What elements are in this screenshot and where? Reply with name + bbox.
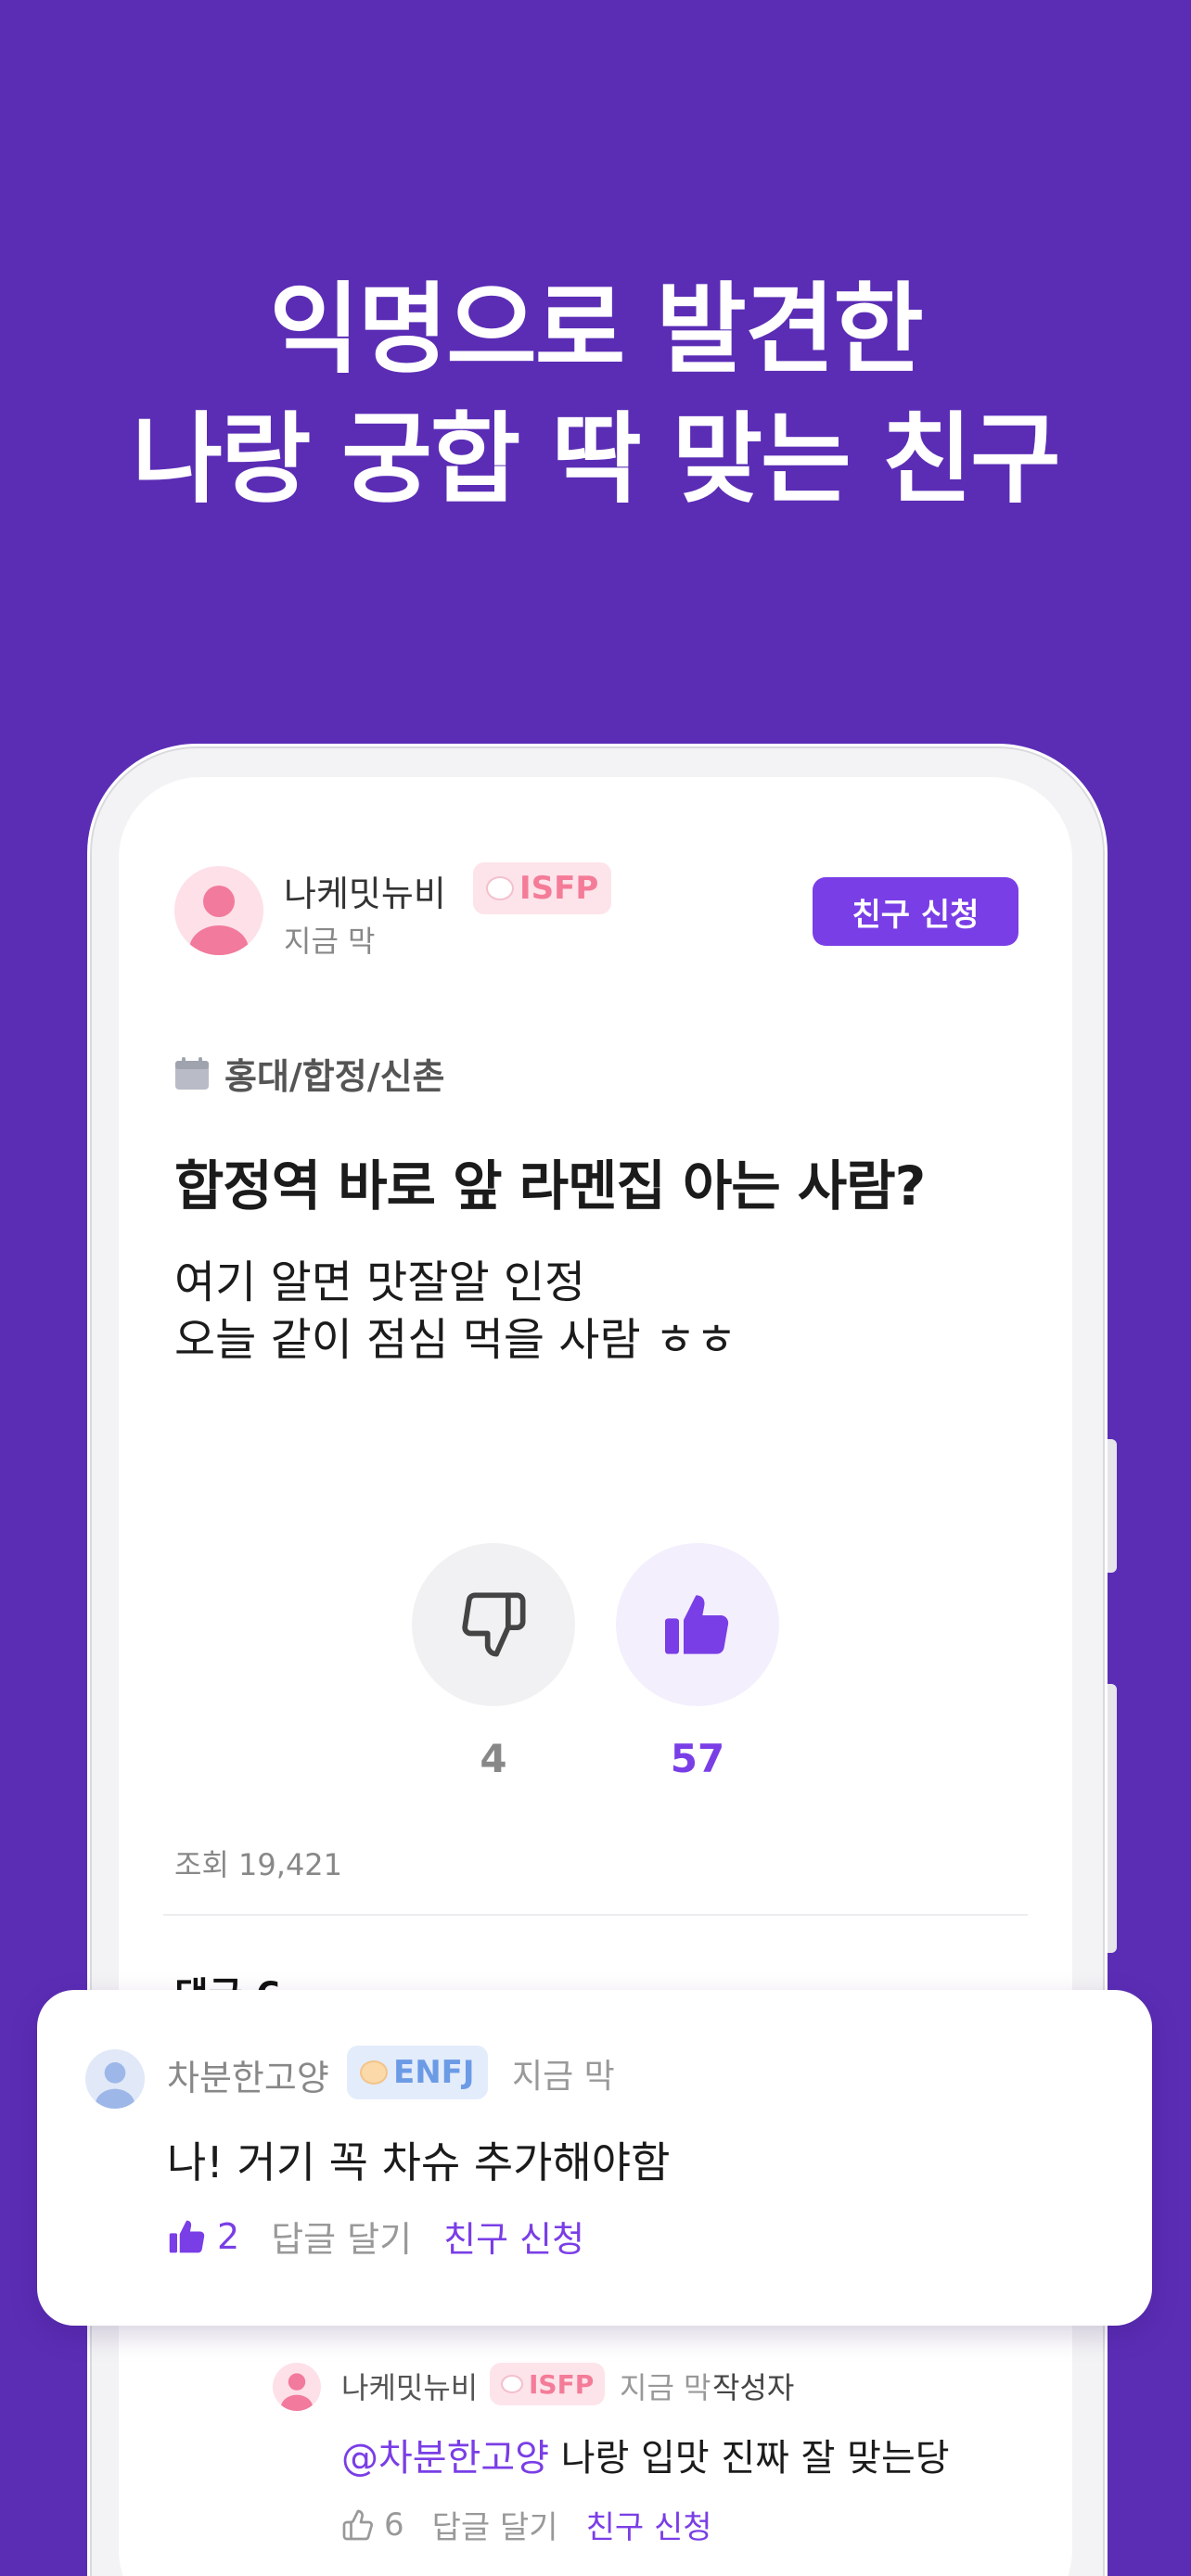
- reply-like-button[interactable]: 6: [341, 2506, 404, 2544]
- cat-face-icon: [360, 2060, 388, 2085]
- thumbs-up-icon: [169, 2220, 205, 2252]
- cat-face-icon: [501, 2375, 523, 2393]
- reply-author-name: 나케밋뉴비: [341, 2370, 479, 2405]
- comment-text: 나! 거기 꼭 차슈 추가해야함: [167, 2137, 671, 2187]
- post-location-label: 홍대/합정/신촌: [224, 1056, 445, 1097]
- calendar-icon: [174, 1056, 210, 1090]
- reply-author-tag: 작성자: [712, 2370, 795, 2405]
- phone-side-button: [1108, 1684, 1117, 1953]
- reply-like-count: 6: [384, 2506, 404, 2544]
- thumbs-down-icon: [462, 1592, 526, 1657]
- thumbs-up-icon: [665, 1595, 729, 1654]
- reply-time: 지금 막: [620, 2370, 711, 2405]
- reply-author-avatar[interactable]: [273, 2363, 321, 2411]
- post-author-mbti: ISFP: [519, 870, 599, 907]
- comment-friend-request-link[interactable]: 친구 신청: [443, 2211, 584, 2262]
- reply-reply-link[interactable]: 답글 달기: [432, 2502, 558, 2547]
- reply-mention[interactable]: @차분한고양: [341, 2437, 549, 2480]
- reply-friend-request-link[interactable]: 친구 신청: [586, 2502, 712, 2547]
- post-title: 합정역 바로 앞 라멘집 아는 사람?: [174, 1154, 926, 1218]
- comment-reply-link[interactable]: 답글 달기: [271, 2211, 412, 2262]
- comment-author-mbti: ENFJ: [393, 2054, 475, 2091]
- comment-author-name: 차분한고양: [167, 2058, 329, 2098]
- comment-like-count: 2: [217, 2215, 240, 2257]
- post-author-name: 나케밋뉴비: [284, 874, 446, 914]
- headline-line-1: 익명으로 발견한: [269, 273, 924, 387]
- post-body-line: 여기 알면 맛잘알 인정: [174, 1256, 586, 1308]
- headline: 익명으로 발견한 나랑 궁합 딱 맞는 친구: [0, 265, 1191, 525]
- headline-line-2: 나랑 궁합 딱 맞는 친구: [132, 402, 1060, 516]
- highlighted-comment-card: 차분한고양 ENFJ 지금 막 나! 거기 꼭 차슈 추가해야함 2 답글 달기…: [37, 1990, 1152, 2326]
- post-time: 지금 막: [284, 924, 376, 959]
- post-author-mbti-badge: ISFP: [473, 862, 612, 914]
- comment-time: 지금 막: [512, 2058, 615, 2096]
- cat-face-icon: [486, 876, 514, 900]
- reply-actions: 6 답글 달기 친구 신청: [341, 2502, 712, 2547]
- post-author-avatar[interactable]: [174, 866, 263, 955]
- like-count: 57: [670, 1736, 725, 1781]
- phone-side-button: [1108, 1439, 1117, 1573]
- reply-author-mbti: ISFP: [529, 2368, 595, 2400]
- dislike-button[interactable]: [412, 1543, 575, 1706]
- comment-author-avatar[interactable]: [85, 2049, 145, 2109]
- reply-text: @차분한고양 나랑 입맛 진짜 잘 맞는당: [341, 2428, 950, 2481]
- reply-author-mbti-badge: ISFP: [490, 2363, 606, 2405]
- post-body-line: 오늘 같이 점심 먹을 사람 ㅎㅎ: [174, 1314, 737, 1366]
- comment-author-mbti-badge: ENFJ: [347, 2046, 488, 2099]
- reply-text-body: 나랑 입맛 진짜 잘 맞는당: [549, 2437, 950, 2480]
- post-location: 홍대/합정/신촌: [174, 1048, 445, 1099]
- comment-like-button[interactable]: 2: [167, 2216, 239, 2257]
- dislike-count: 4: [480, 1736, 507, 1781]
- comment-actions: 2 답글 달기 친구 신청: [167, 2211, 584, 2262]
- like-button[interactable]: [616, 1543, 779, 1706]
- divider: [163, 1914, 1028, 1916]
- friend-request-button[interactable]: 친구 신청: [813, 877, 1018, 946]
- view-count: 조회 19,421: [174, 1847, 343, 1882]
- thumbs-up-outline-icon: [342, 2509, 373, 2540]
- post-body: 여기 알면 맛잘알 인정 오늘 같이 점심 먹을 사람 ㅎㅎ: [174, 1254, 736, 1369]
